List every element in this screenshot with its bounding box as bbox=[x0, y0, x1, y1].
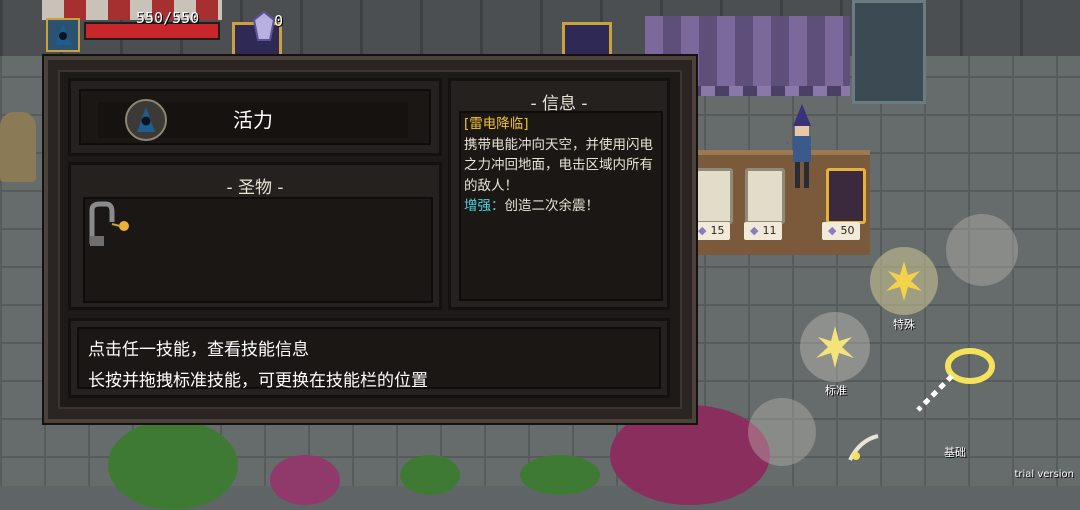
aim-joystick[interactable] bbox=[946, 214, 1018, 286]
gem-count: 0 bbox=[274, 12, 284, 30]
hooded-wizard-icon bbox=[137, 107, 155, 132]
crystal-gem-icon bbox=[252, 10, 276, 41]
player-portrait bbox=[46, 18, 80, 52]
price-tag: ◆ 15 bbox=[692, 222, 731, 240]
green-bush bbox=[520, 455, 600, 495]
skill-info-text: [雷电降临] 携带电能冲向天空，并使用闪电之力冲回地面，电击区域内所有的敌人！ … bbox=[464, 114, 660, 217]
bookshelf bbox=[852, 0, 926, 104]
lightning-burst-icon bbox=[886, 261, 922, 301]
trial-version-watermark: trial version bbox=[1014, 469, 1074, 480]
character-portrait[interactable] bbox=[125, 99, 167, 141]
arcana-slash-icon[interactable] bbox=[846, 430, 882, 466]
move-joystick[interactable] bbox=[748, 398, 816, 466]
skill-name: [雷电降临] bbox=[464, 116, 529, 132]
shop-card[interactable] bbox=[745, 168, 785, 224]
health-text: 550/550 bbox=[136, 9, 200, 27]
hook-staff-relic-icon[interactable] bbox=[86, 200, 136, 250]
lightning-dash-icon[interactable] bbox=[912, 340, 1002, 416]
basic-label: 基础 bbox=[944, 446, 966, 459]
bonus-text: 创造二次余震！ bbox=[504, 198, 600, 214]
green-bush bbox=[108, 420, 238, 510]
gem-icon: ◆ bbox=[750, 224, 759, 237]
price-tag: ◆ 11 bbox=[744, 222, 783, 240]
standard-label: 标准 bbox=[825, 384, 847, 397]
green-bush bbox=[400, 455, 460, 495]
shop-card[interactable] bbox=[826, 168, 866, 224]
hint-line-1: 点击任一技能，查看技能信息 bbox=[88, 340, 309, 360]
special-skill-button[interactable] bbox=[870, 247, 938, 315]
merchant-npc bbox=[0, 112, 36, 182]
standard-skill-button[interactable] bbox=[800, 312, 870, 382]
relic-title: - 圣物 - bbox=[226, 178, 284, 198]
gem-icon: ◆ bbox=[698, 224, 707, 237]
pink-bush bbox=[270, 455, 340, 505]
hint-line-2: 长按并拖拽标准技能，可更换在技能栏的位置 bbox=[88, 371, 428, 391]
lightning-burst-icon bbox=[816, 326, 854, 368]
special-label: 特殊 bbox=[893, 318, 915, 331]
gem-icon: ◆ bbox=[828, 224, 837, 237]
bonus-label: 增强： bbox=[464, 198, 505, 214]
hooded-wizard-icon bbox=[55, 24, 71, 45]
price-tag: ◆ 50 bbox=[822, 222, 861, 240]
skill-description: 携带电能冲向天空，并使用闪电之力冲回地面，电击区域内所有的敌人！ bbox=[464, 136, 653, 194]
shop-card[interactable] bbox=[693, 168, 733, 224]
wizard-player-sprite bbox=[787, 104, 811, 188]
